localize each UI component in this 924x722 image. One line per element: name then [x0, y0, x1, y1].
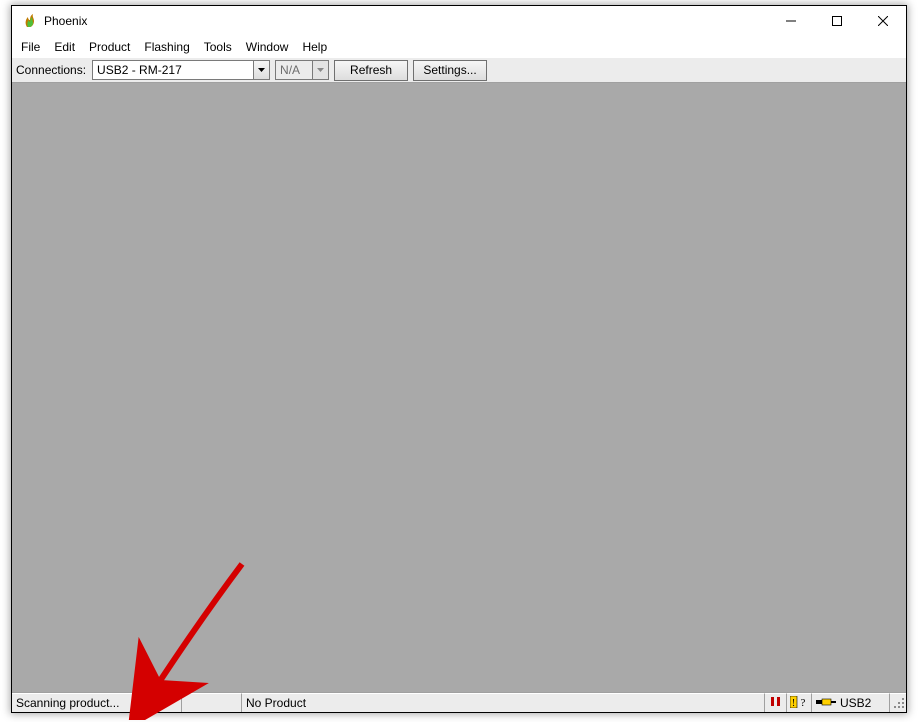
- toolbar: Connections: USB2 - RM-217 N/A Refresh S…: [12, 57, 906, 83]
- status-empty-pane: [182, 693, 242, 712]
- chevron-down-icon: [253, 61, 269, 79]
- status-connection-text: USB2: [840, 696, 871, 710]
- menu-flashing[interactable]: Flashing: [137, 38, 196, 56]
- svg-text:?: ?: [801, 697, 806, 708]
- secondary-value: N/A: [280, 63, 312, 77]
- connections-label: Connections:: [16, 63, 87, 77]
- status-bar: Scanning product... No Product ! ?: [12, 692, 906, 712]
- status-product-pane: No Product: [242, 693, 765, 712]
- refresh-button[interactable]: Refresh: [334, 60, 408, 81]
- close-button[interactable]: [860, 6, 906, 36]
- title-bar[interactable]: Phoenix: [12, 6, 906, 37]
- menu-tools[interactable]: Tools: [197, 38, 239, 56]
- app-icon: [22, 13, 38, 29]
- menu-window[interactable]: Window: [239, 38, 296, 56]
- svg-text:!: !: [792, 698, 795, 708]
- pause-icon: [770, 696, 781, 710]
- maximize-button[interactable]: [814, 6, 860, 36]
- menu-product[interactable]: Product: [82, 38, 137, 56]
- warning-help-icon: ! ?: [790, 696, 808, 711]
- window-title: Phoenix: [44, 14, 768, 28]
- size-grip[interactable]: [890, 693, 906, 712]
- menu-file[interactable]: File: [14, 38, 47, 56]
- menu-edit[interactable]: Edit: [47, 38, 82, 56]
- menu-bar: File Edit Product Flashing Tools Window …: [12, 37, 906, 57]
- status-help-pane[interactable]: ! ?: [787, 693, 812, 712]
- connections-dropdown[interactable]: USB2 - RM-217: [92, 60, 270, 80]
- status-scan-text: Scanning product...: [16, 696, 119, 710]
- status-product-text: No Product: [246, 696, 306, 710]
- resize-grip-icon: [892, 696, 906, 710]
- chevron-down-icon: [312, 61, 328, 79]
- status-scan-pane: Scanning product...: [12, 693, 182, 712]
- menu-help[interactable]: Help: [295, 38, 334, 56]
- status-connection-pane: USB2: [812, 693, 890, 712]
- application-window: Phoenix File Edit Product Flashing Tools…: [12, 6, 906, 712]
- settings-button[interactable]: Settings...: [413, 60, 487, 81]
- mdi-client-area: [12, 83, 906, 692]
- minimize-button[interactable]: [768, 6, 814, 36]
- connections-value: USB2 - RM-217: [97, 63, 253, 77]
- usb-icon: [816, 696, 836, 710]
- secondary-dropdown: N/A: [275, 60, 329, 80]
- status-pause-pane[interactable]: [765, 693, 787, 712]
